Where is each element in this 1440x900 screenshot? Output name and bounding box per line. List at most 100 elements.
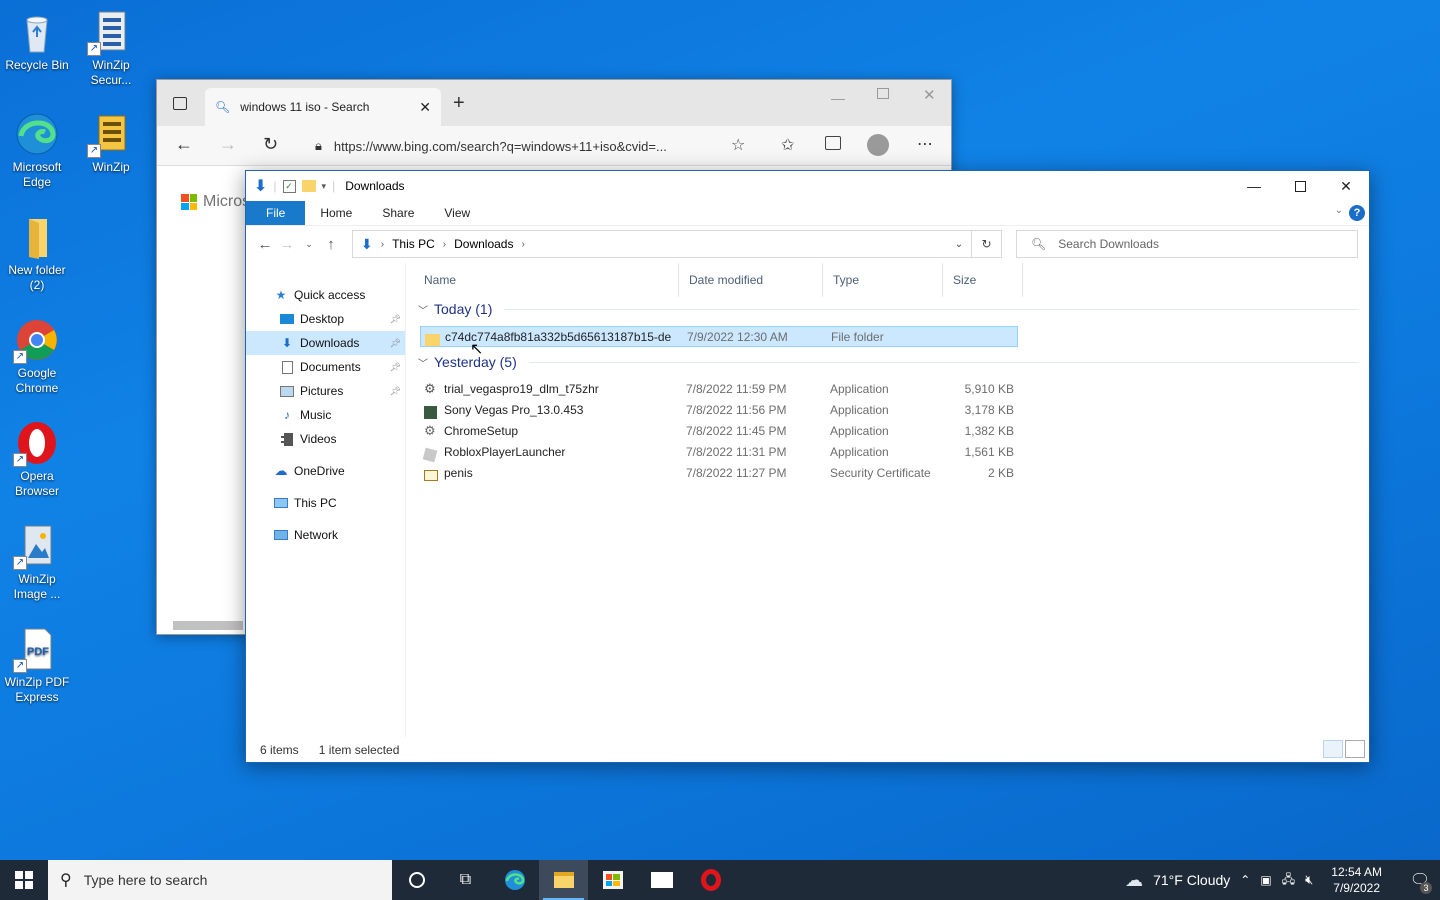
horizontal-scrollbar[interactable] (173, 621, 243, 630)
file-row[interactable]: ⚙ trial_vegaspro19_dlm_t75zhr 7/8/2022 1… (420, 379, 1018, 400)
nav-network[interactable]: Network (246, 523, 405, 547)
address-bar[interactable]: 🔒︎ https://www.bing.com/search?q=windows… (303, 130, 757, 162)
nav-documents[interactable]: Documents 📌︎ (246, 355, 405, 379)
ribbon-tab-share[interactable]: Share (367, 201, 429, 225)
details-view-icon[interactable] (1323, 740, 1343, 758)
volume-muted-icon[interactable]: 🔇︎ (1305, 872, 1313, 888)
up-button[interactable]: ↑ (320, 236, 342, 253)
task-view-button[interactable]: ⧉ (441, 860, 490, 900)
column-date-modified[interactable]: Date modified (679, 263, 823, 297)
breadcrumb-downloads[interactable]: Downloads (454, 237, 513, 251)
more-icon[interactable]: ⋯ (917, 134, 933, 154)
ribbon-tab-view[interactable]: View (429, 201, 485, 225)
nav-this-pc[interactable]: This PC (246, 491, 405, 515)
group-header-today[interactable]: ﹀ Today (1) (418, 301, 1358, 317)
taskbar-search[interactable]: ⚲ (48, 860, 392, 900)
customize-qat-icon[interactable]: ▾ (322, 181, 327, 192)
meet-now-icon[interactable]: ▣ (1260, 873, 1271, 887)
file-row[interactable]: penis 7/8/2022 11:27 PM Security Certifi… (420, 463, 1018, 484)
forward-icon[interactable]: → (219, 134, 237, 155)
maximize-icon[interactable] (877, 88, 889, 99)
column-name[interactable]: Name (414, 263, 679, 297)
help-icon[interactable]: ? (1349, 205, 1365, 221)
nav-quick-access[interactable]: ★ Quick access (246, 283, 405, 307)
column-type[interactable]: Type (823, 263, 943, 297)
weather-icon[interactable]: ☁ (1125, 870, 1143, 891)
pictures-icon (280, 384, 294, 398)
desktop-icon-chrome[interactable]: ↗ Google Chrome (0, 316, 74, 396)
downloads-arrow-icon[interactable]: ⬇ (254, 176, 267, 196)
file-row[interactable]: RobloxPlayerLauncher 7/8/2022 11:31 PM A… (420, 442, 1018, 463)
nav-onedrive[interactable]: ☁ OneDrive (246, 459, 405, 483)
large-icons-view-icon[interactable] (1345, 740, 1365, 758)
ribbon-tab-home[interactable]: Home (305, 201, 367, 225)
file-row[interactable]: c74dc774a8fb81a332b5d65613187b15-de... 7… (420, 326, 1018, 347)
notification-center-button[interactable]: 🗨︎ 3 (1400, 860, 1440, 900)
breadcrumb[interactable]: ⬇ › This PC › Downloads › ⌄ (352, 230, 972, 258)
minimize-button[interactable]: — (1231, 171, 1277, 201)
close-tab-icon[interactable]: ✕ (419, 99, 431, 116)
refresh-icon[interactable]: ↻ (263, 134, 278, 155)
taskbar-search-input[interactable] (83, 872, 392, 888)
ribbon-tab-file[interactable]: File (246, 201, 306, 225)
group-header-yesterday[interactable]: ﹀ Yesterday (5) (418, 354, 1358, 370)
expand-ribbon-icon[interactable]: ⌄ (1335, 205, 1343, 216)
collections-icon[interactable] (825, 136, 841, 150)
taskbar-opera[interactable] (686, 860, 735, 900)
maximize-button[interactable] (1277, 171, 1323, 201)
nav-videos[interactable]: Videos (246, 427, 405, 451)
back-button[interactable]: ← (254, 236, 276, 253)
column-size[interactable]: Size (943, 263, 1023, 297)
desktop-icon-winzip-pdf[interactable]: PDF ↗ WinZip PDF Express (0, 625, 74, 705)
new-tab-icon[interactable]: + (453, 92, 465, 115)
address-dropdown-icon[interactable]: ⌄ (947, 231, 971, 257)
desktop-icon-winzip[interactable]: ↗ WinZip (74, 110, 148, 175)
network-icon[interactable]: 🖧︎ (1282, 870, 1295, 891)
system-tray: ☁ 71°F Cloudy ⌃ ▣ 🖧︎ 🔇︎ 12:54 AM 7/9/202… (1125, 860, 1440, 900)
new-folder-icon[interactable] (301, 180, 316, 192)
properties-icon[interactable]: ✓ (282, 179, 296, 193)
desktop-icon-new-folder[interactable]: New folder (2) (0, 213, 74, 293)
favorites-icon[interactable]: ✩ (781, 135, 794, 155)
file-row[interactable]: Sony Vegas Pro_13.0.453 7/8/2022 11:56 P… (420, 400, 1018, 421)
search-field[interactable]: 🔍︎ (1016, 230, 1358, 258)
nav-downloads[interactable]: ⬇ Downloads 📌︎ (246, 331, 405, 355)
nav-desktop[interactable]: Desktop 📌︎ (246, 307, 405, 331)
desktop-icon-edge[interactable]: Microsoft Edge (0, 110, 74, 190)
nav-label: This PC (294, 496, 337, 510)
file-explorer-window[interactable]: ⬇ | ✓ ▾ | Downloads — ✕ File Home Share … (245, 170, 1370, 763)
add-favorite-icon[interactable]: ☆ (731, 135, 745, 155)
recent-locations-icon[interactable]: ⌄ (298, 239, 320, 250)
close-icon[interactable]: ✕ (923, 86, 936, 104)
weather-text[interactable]: 71°F Cloudy (1153, 872, 1230, 888)
microsoft-logo[interactable]: Micros (181, 193, 250, 211)
forward-button[interactable]: → (276, 236, 298, 253)
start-button[interactable] (0, 860, 48, 900)
vegas-icon (424, 402, 440, 419)
taskbar-file-explorer[interactable] (539, 860, 588, 900)
edge-tab[interactable]: 🔍︎ windows 11 iso - Search ✕ (205, 88, 441, 126)
desktop-icon-winzip-image[interactable]: ↗ WinZip Image ... (0, 522, 74, 602)
taskbar-mail[interactable] (637, 860, 686, 900)
nav-label: Desktop (300, 312, 345, 326)
desktop-icon-winzip-secure[interactable]: ↗ WinZip Secur... (74, 8, 148, 88)
close-button[interactable]: ✕ (1323, 171, 1369, 201)
show-hidden-icons-icon[interactable]: ⌃ (1240, 873, 1250, 887)
desktop-icon-opera[interactable]: ↗ Opera Browser (0, 419, 74, 499)
search-input[interactable] (1058, 237, 1357, 251)
back-icon[interactable]: ← (175, 134, 193, 155)
cortana-button[interactable] (392, 860, 441, 900)
minimize-icon[interactable]: — (831, 90, 845, 106)
breadcrumb-this-pc[interactable]: This PC (392, 237, 435, 251)
tab-actions-icon[interactable] (173, 97, 187, 110)
refresh-button[interactable]: ↻ (972, 230, 1002, 258)
taskbar-edge[interactable] (490, 860, 539, 900)
nav-pictures[interactable]: Pictures 📌︎ (246, 379, 405, 403)
lock-icon: 🔒︎ (315, 138, 322, 153)
desktop-icon-recycle-bin[interactable]: Recycle Bin (0, 8, 74, 73)
taskbar-microsoft-store[interactable] (588, 860, 637, 900)
file-row[interactable]: ⚙ ChromeSetup 7/8/2022 11:45 PM Applicat… (420, 421, 1018, 442)
profile-avatar[interactable] (867, 134, 889, 156)
clock[interactable]: 12:54 AM 7/9/2022 (1323, 864, 1390, 896)
nav-music[interactable]: ♪ Music (246, 403, 405, 427)
